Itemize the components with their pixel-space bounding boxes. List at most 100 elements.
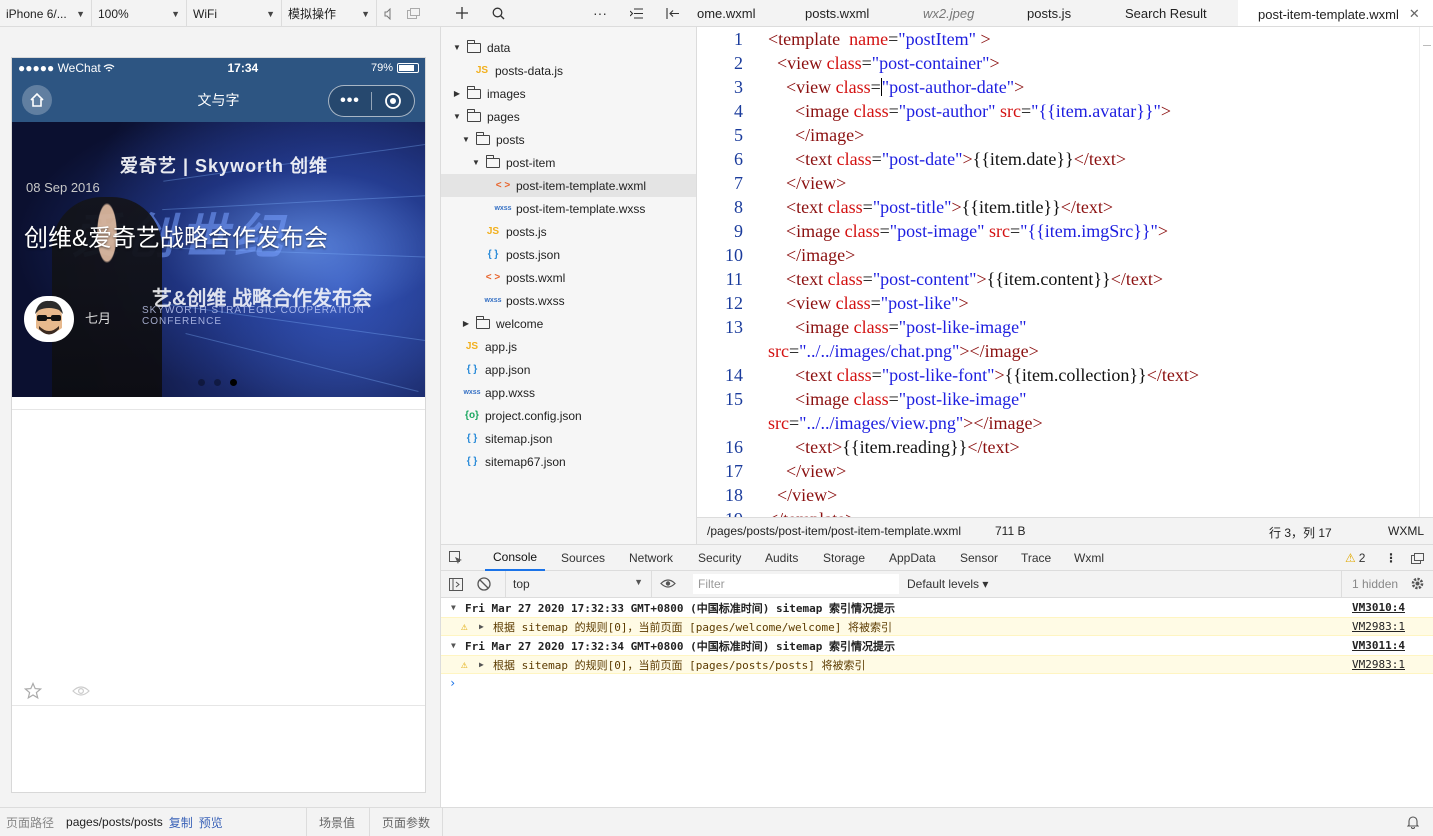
undock-icon[interactable]: [1411, 545, 1424, 571]
console-warning[interactable]: ⚠ ▶ 根据 sitemap 的规则[0]，当前页面 [pages/welcom…: [441, 617, 1433, 636]
device-select[interactable]: iPhone 6/... ▼: [0, 0, 92, 27]
console-warning[interactable]: ⚠ ▶ 根据 sitemap 的规则[0]，当前页面 [pages/posts/…: [441, 655, 1433, 674]
tree-folder-posts[interactable]: ▼ posts: [441, 128, 696, 151]
post-banner-swiper[interactable]: 爱创世纪 爱奇艺 | Skyworth 创维 艺&创维 战略合作发布会 SKYW…: [12, 122, 425, 397]
hidden-count: 1 hidden: [1352, 577, 1399, 591]
warning-count-badge[interactable]: ⚠ 2: [1345, 545, 1365, 571]
tree-file[interactable]: wxss posts.wxss: [441, 289, 696, 312]
tab-security[interactable]: Security: [698, 545, 741, 571]
tab-sources[interactable]: Sources: [561, 545, 605, 571]
tree-file[interactable]: JS posts-data.js: [441, 59, 696, 82]
console-group[interactable]: ▼ Fri Mar 27 2020 17:32:34 GMT+0800 (中国标…: [441, 636, 1433, 655]
tree-file[interactable]: { } sitemap67.json: [441, 450, 696, 473]
tab-welcome-wxml[interactable]: ome.wxml: [697, 0, 756, 26]
tree-label: app.json: [485, 362, 531, 377]
tree-folder-post-item[interactable]: ▼ post-item: [441, 151, 696, 174]
tab-post-item-template-wxml[interactable]: post-item-template.wxml ✕: [1238, 0, 1433, 26]
network-select[interactable]: WiFi ▼: [187, 0, 282, 27]
tab-wxml[interactable]: Wxml: [1074, 545, 1104, 571]
console-message: Fri Mar 27 2020 17:32:33 GMT+0800 (中国标准时…: [465, 601, 896, 615]
source-link[interactable]: VM2983:1: [1352, 658, 1405, 671]
source-link[interactable]: VM3010:4: [1352, 601, 1405, 614]
star-icon[interactable]: [24, 682, 42, 700]
tree-file[interactable]: < > posts.wxml: [441, 266, 696, 289]
swiper-dot-active[interactable]: [230, 379, 237, 386]
log-levels-select[interactable]: Default levels ▾: [907, 577, 988, 591]
phone-screen: ●●●●● WeChat 17:34 79% 文与字 ••• 爱创世纪 爱奇艺 …: [11, 57, 426, 793]
chevron-down-icon: ▼: [266, 8, 275, 19]
swiper-dot[interactable]: [214, 379, 221, 386]
tree-folder-pages[interactable]: ▼ pages: [441, 105, 696, 128]
tab-search-result[interactable]: Search Result: [1125, 0, 1207, 26]
page-params-button[interactable]: 页面参数: [369, 808, 444, 836]
tab-posts-js[interactable]: posts.js: [1027, 0, 1071, 26]
tab-posts-wxml[interactable]: posts.wxml: [805, 0, 869, 26]
carrier-label: ●●●●● WeChat: [18, 61, 101, 75]
tree-folder-data[interactable]: ▼ data: [441, 36, 696, 59]
more-icon[interactable]: •••: [329, 92, 371, 110]
toggle-sidebar-icon[interactable]: [659, 0, 685, 27]
cursor-position[interactable]: 行 3，列 17: [1269, 524, 1332, 541]
tree-label: posts: [496, 132, 525, 147]
tree-folder-welcome[interactable]: ▶ welcome: [441, 312, 696, 335]
tab-storage[interactable]: Storage: [823, 545, 865, 571]
home-button[interactable]: [22, 85, 52, 115]
tab-audits[interactable]: Audits: [765, 545, 798, 571]
tab-wx2-jpeg[interactable]: wx2.jpeg: [923, 0, 974, 26]
tab-console[interactable]: Console: [485, 545, 546, 571]
console-prompt[interactable]: ›: [449, 674, 1433, 692]
zoom-select[interactable]: 100% ▼: [92, 0, 187, 27]
tree-file[interactable]: { } posts.json: [441, 243, 696, 266]
close-icon[interactable]: ✕: [1409, 6, 1420, 22]
tab-network[interactable]: Network: [629, 545, 673, 571]
tab-trace[interactable]: Trace: [1021, 545, 1051, 571]
tree-file[interactable]: JS app.js: [441, 335, 696, 358]
tab-appdata[interactable]: AppData: [889, 545, 936, 571]
tree-file-selected[interactable]: < > post-item-template.wxml: [441, 174, 696, 197]
eye-icon[interactable]: [660, 578, 676, 592]
add-file-icon[interactable]: [449, 0, 475, 27]
editor-scrollbar[interactable]: [1419, 27, 1433, 517]
sidebar-toggle-icon[interactable]: [449, 578, 463, 594]
operation-select[interactable]: 模拟操作 ▼: [282, 0, 377, 27]
tree-file[interactable]: {o} project.config.json: [441, 404, 696, 427]
tree-file[interactable]: wxss post-item-template.wxss: [441, 197, 696, 220]
close-miniprogram-button[interactable]: [372, 92, 414, 110]
line-number: 14: [725, 365, 743, 385]
tree-file[interactable]: { } sitemap.json: [441, 427, 696, 450]
tree-folder-images[interactable]: ▶ images: [441, 82, 696, 105]
console-group[interactable]: ▼ Fri Mar 27 2020 17:32:33 GMT+0800 (中国标…: [441, 598, 1433, 617]
language-mode[interactable]: WXML: [1388, 524, 1424, 538]
collapse-all-icon[interactable]: [623, 0, 649, 27]
detach-window-icon[interactable]: [401, 0, 425, 27]
tree-file[interactable]: { } app.json: [441, 358, 696, 381]
kebab-menu-icon[interactable]: ⋮: [1385, 545, 1397, 571]
tab-sensor[interactable]: Sensor: [960, 545, 998, 571]
eye-icon[interactable]: [72, 685, 90, 697]
settings-gear-icon[interactable]: [1410, 576, 1425, 594]
preview-link[interactable]: 预览: [199, 814, 223, 831]
console-filter-input[interactable]: [693, 574, 899, 594]
mute-icon[interactable]: [377, 0, 401, 27]
scene-value-button[interactable]: 场景值: [306, 808, 367, 836]
swiper-dot[interactable]: [198, 379, 205, 386]
clear-console-icon[interactable]: [477, 577, 491, 594]
context-select[interactable]: top ▼: [513, 577, 643, 591]
source-link[interactable]: VM3011:4: [1352, 639, 1405, 652]
wxss-file-icon: wxss: [463, 389, 481, 396]
copy-link[interactable]: 复制: [169, 814, 193, 831]
tree-file[interactable]: wxss app.wxss: [441, 381, 696, 404]
notification-bell-icon[interactable]: [1406, 815, 1420, 832]
phone-status-bar: ●●●●● WeChat 17:34 79%: [12, 58, 425, 78]
code-editor[interactable]: 1 <template name="postItem" > 2 <view cla…: [697, 27, 1433, 517]
context-label: top: [513, 577, 530, 591]
tab-label: Audits: [765, 551, 799, 565]
tree-file[interactable]: JS posts.js: [441, 220, 696, 243]
folder-icon: [486, 154, 500, 168]
page-path-value: pages/posts/posts: [66, 815, 163, 829]
source-link[interactable]: VM2983:1: [1352, 620, 1405, 633]
wxss-file-icon: wxss: [494, 205, 512, 212]
search-icon[interactable]: [485, 0, 511, 27]
inspect-element-icon[interactable]: [449, 545, 467, 571]
more-icon[interactable]: ···: [587, 0, 613, 27]
